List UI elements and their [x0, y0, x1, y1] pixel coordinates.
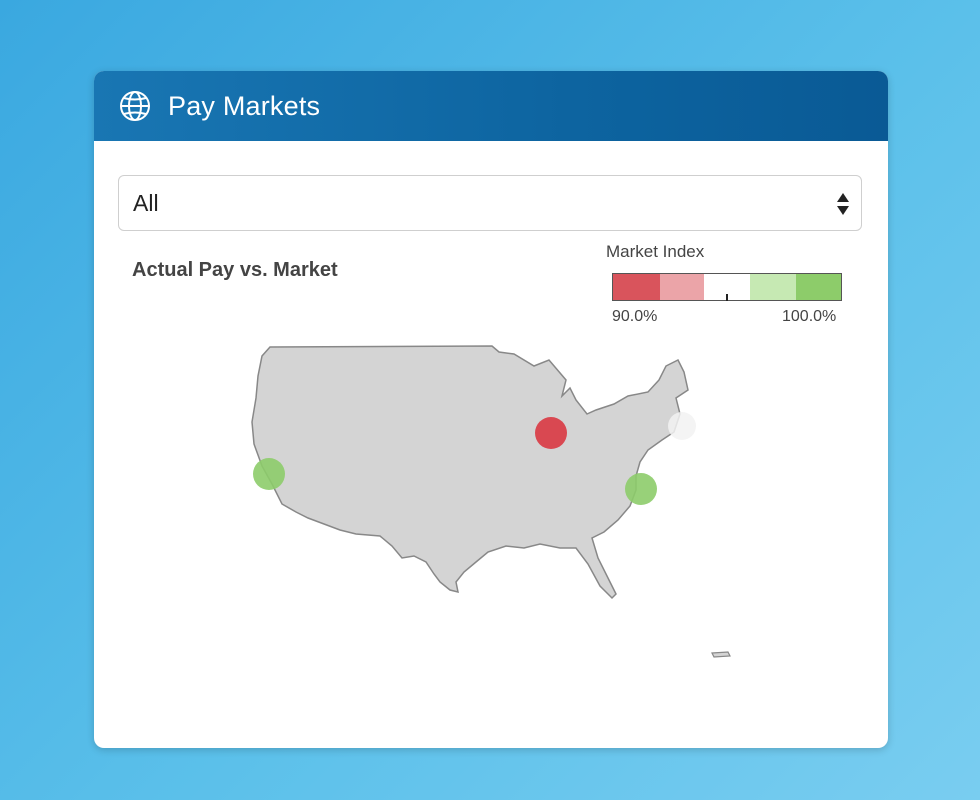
legend-seg-light-green: [750, 274, 796, 300]
market-filter-value: All: [133, 189, 159, 216]
card-header: Pay Markets: [94, 71, 888, 141]
pay-markets-card: Pay Markets All Actual Pay vs. Market Ma…: [94, 71, 888, 748]
legend-title: Market Index: [606, 242, 705, 261]
legend-color-bar: [612, 273, 842, 301]
us-mainland-shape: [251, 345, 689, 600]
market-marker-chicago[interactable]: [535, 417, 567, 449]
select-arrows-icon: [837, 193, 849, 215]
card-title: Pay Markets: [168, 90, 321, 121]
legend-min-label: 90.0%: [612, 308, 658, 325]
legend-seg-pink: [660, 274, 704, 300]
market-marker-northeast[interactable]: [668, 412, 696, 440]
legend-seg-green: [796, 274, 841, 300]
us-map: [251, 345, 731, 658]
hawaii-shape: [711, 651, 731, 658]
legend-seg-red: [613, 274, 660, 300]
globe-icon: [120, 91, 150, 121]
legend-tick: [726, 294, 728, 301]
chart-title: Actual Pay vs. Market: [132, 259, 338, 281]
market-marker-southeast[interactable]: [625, 473, 657, 505]
legend-max-label: 100.0%: [782, 308, 837, 325]
market-filter-select[interactable]: All: [118, 175, 862, 231]
market-marker-california[interactable]: [253, 458, 285, 490]
